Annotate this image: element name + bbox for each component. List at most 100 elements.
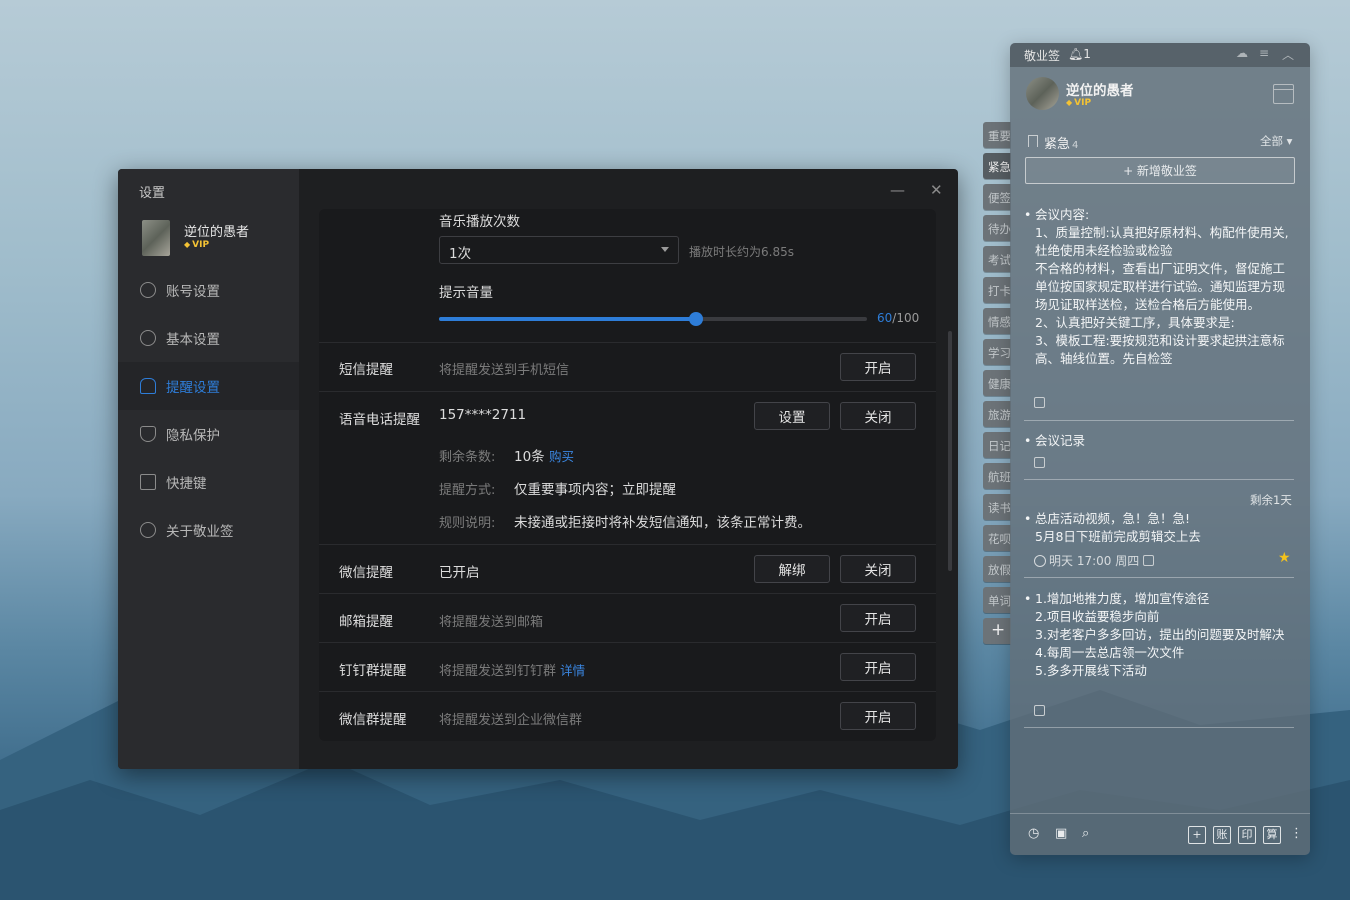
nav-item-reminder[interactable]: 提醒设置 — [118, 362, 299, 410]
category-tab[interactable]: 重要 — [983, 122, 1011, 148]
sms-label: 短信提醒 — [339, 362, 393, 378]
attachment-icon[interactable] — [1034, 457, 1045, 468]
sms-desc: 将提醒发送到手机短信 — [439, 363, 570, 378]
note-time-text: 明天 17:00 周四 — [1049, 554, 1140, 568]
note-text: 会议记录 — [1035, 433, 1086, 448]
vip-badge: VIP — [184, 240, 209, 250]
close-button[interactable]: ✕ — [930, 181, 943, 199]
category-tab[interactable]: 放假 — [983, 556, 1011, 582]
panel-title: 敬业签 — [1024, 49, 1061, 63]
music-count-value: 1次 — [449, 246, 472, 262]
add-icon[interactable]: + — [1188, 826, 1206, 844]
archive-icon[interactable]: ▣ — [1055, 826, 1067, 841]
panel-titlebar: 敬业签 🔔︎1 ☁ ≡ ︿ — [1010, 43, 1310, 67]
attachment-icon[interactable] — [1034, 397, 1045, 408]
wechat-close-button[interactable]: 关闭 — [840, 555, 916, 583]
divider — [1024, 420, 1294, 421]
minimize-button[interactable]: — — [890, 181, 905, 199]
wechat-unbind-button[interactable]: 解绑 — [754, 555, 830, 583]
user-name: 逆位的愚者 — [184, 225, 250, 240]
nav-item-basic[interactable]: 基本设置 — [118, 314, 299, 362]
calendar-icon[interactable] — [1273, 84, 1294, 104]
voice-close-button[interactable]: 关闭 — [840, 402, 916, 430]
email-enable-button[interactable]: 开启 — [840, 604, 916, 632]
calculator-button[interactable]: 算 — [1263, 826, 1281, 844]
category-tab[interactable]: 日记 — [983, 432, 1011, 458]
buy-link[interactable]: 购买 — [549, 449, 574, 464]
dingtalk-enable-button[interactable]: 开启 — [840, 653, 916, 681]
settings-sidebar: 设置 逆位的愚者 VIP 账号设置 基本设置 提醒设置 隐私保护 快捷键 关于敬… — [118, 169, 299, 769]
menu-icon[interactable]: ≡ — [1259, 46, 1269, 60]
star-icon[interactable]: ★ — [1278, 550, 1291, 566]
rule-value: 未接通或拒接时将补发短信通知，该条正常计费。 — [514, 515, 811, 531]
category-tab[interactable]: 便签 — [983, 184, 1011, 210]
wecom-reminder-row: 微信群提醒 将提醒发送到企业微信群 开启 — [319, 691, 936, 741]
divider — [1024, 577, 1294, 578]
print-button[interactable]: 印 — [1238, 826, 1256, 844]
volume-slider-handle[interactable] — [688, 312, 703, 326]
nav-item-privacy[interactable]: 隐私保护 — [118, 410, 299, 458]
bell-count-wrap[interactable]: 🔔︎1 — [1068, 47, 1091, 61]
volume-max: /100 — [892, 311, 920, 325]
note-item[interactable]: • 1.增加地推力度，增加宣传途径 2.项目收益要稳步向前 3.对老客户多多回访… — [1024, 590, 1296, 680]
category-tab[interactable]: 航班 — [983, 463, 1011, 489]
note-item[interactable]: • 总店活动视频，急！急！急! 5月8日下班前完成剪辑交上去 — [1024, 510, 1296, 546]
add-category-button[interactable]: + — [983, 618, 1011, 644]
note-item[interactable]: • 会议内容: 1、质量控制:认真把好原材料、构配件使用关,杜绝使用未经检验或检… — [1024, 206, 1296, 390]
attachment-icon[interactable] — [1034, 705, 1045, 716]
volume-slider[interactable] — [439, 312, 867, 326]
cloud-icon[interactable]: ☁ — [1236, 46, 1248, 60]
wecom-label: 微信群提醒 — [339, 712, 407, 728]
attachment-icon[interactable] — [1143, 555, 1154, 566]
dingtalk-detail-link[interactable]: 详情 — [560, 663, 585, 678]
avatar[interactable] — [1026, 77, 1059, 110]
category-count: 4 — [1072, 140, 1079, 151]
keyboard-icon — [140, 474, 156, 490]
nav-label: 提醒设置 — [166, 380, 220, 396]
remaining-key: 剩余条数: — [439, 450, 496, 465]
ledger-button[interactable]: 账 — [1213, 826, 1231, 844]
category-tab[interactable]: 读书 — [983, 494, 1011, 520]
search-icon[interactable]: ⌕ — [1082, 826, 1089, 841]
filter-dropdown[interactable]: 全部 ▾ — [1260, 133, 1292, 149]
category-tab[interactable]: 情感 — [983, 308, 1011, 334]
clock-icon[interactable]: ◷ — [1028, 826, 1039, 841]
new-note-button[interactable]: + 新增敬业签 — [1025, 157, 1295, 184]
settings-window: 设置 逆位的愚者 VIP 账号设置 基本设置 提醒设置 隐私保护 快捷键 关于敬… — [118, 169, 958, 769]
category-tab[interactable]: 旅游 — [983, 401, 1011, 427]
category-tab[interactable]: 单词 — [983, 587, 1011, 613]
scrollbar[interactable] — [948, 331, 952, 571]
voice-set-button[interactable]: 设置 — [754, 402, 830, 430]
wechat-status: 已开启 — [439, 565, 480, 581]
nav-item-shortcuts[interactable]: 快捷键 — [118, 458, 299, 506]
nav-item-account[interactable]: 账号设置 — [118, 266, 299, 314]
window-title: 设置 — [139, 186, 166, 201]
wecom-enable-button[interactable]: 开启 — [840, 702, 916, 730]
sms-reminder-row: 短信提醒 将提醒发送到手机短信 开启 — [319, 342, 936, 391]
dingtalk-reminder-row: 钉钉群提醒 将提醒发送到钉钉群 详情 开启 — [319, 642, 936, 691]
music-count-select[interactable]: 1次 — [439, 236, 679, 264]
divider — [1024, 727, 1294, 728]
voice-phone: 157****2711 — [439, 407, 527, 423]
category-tab[interactable]: 打卡 — [983, 277, 1011, 303]
more-icon[interactable]: ⋮ — [1290, 826, 1303, 841]
category-tab[interactable]: 待办 — [983, 215, 1011, 241]
note-text: 会议内容: 1、质量控制:认真把好原材料、构配件使用关,杜绝使用未经检验或检验 … — [1035, 207, 1289, 366]
category-tab[interactable]: 健康 — [983, 370, 1011, 396]
note-item[interactable]: • 会议记录 — [1024, 432, 1296, 450]
avatar[interactable] — [142, 220, 170, 256]
sms-enable-button[interactable]: 开启 — [840, 353, 916, 381]
category-tab[interactable]: 花呗 — [983, 525, 1011, 551]
note-text: 总店活动视频，急！急！急! 5月8日下班前完成剪辑交上去 — [1035, 511, 1201, 544]
nav-item-about[interactable]: 关于敬业签 — [118, 506, 299, 554]
music-count-label: 音乐播放次数 — [439, 214, 520, 230]
email-reminder-row: 邮箱提醒 将提醒发送到邮箱 开启 — [319, 593, 936, 642]
bullet: • — [1024, 511, 1032, 526]
category-tab[interactable]: 紧急 — [983, 153, 1011, 179]
volume-label: 提示音量 — [439, 285, 493, 301]
dingtalk-desc: 将提醒发送到钉钉群 — [439, 664, 557, 679]
collapse-icon[interactable]: ︿ — [1282, 46, 1294, 63]
category-header: 紧急 4 — [1044, 133, 1078, 152]
category-tab[interactable]: 学习 — [983, 339, 1011, 365]
category-tab[interactable]: 考试 — [983, 246, 1011, 272]
